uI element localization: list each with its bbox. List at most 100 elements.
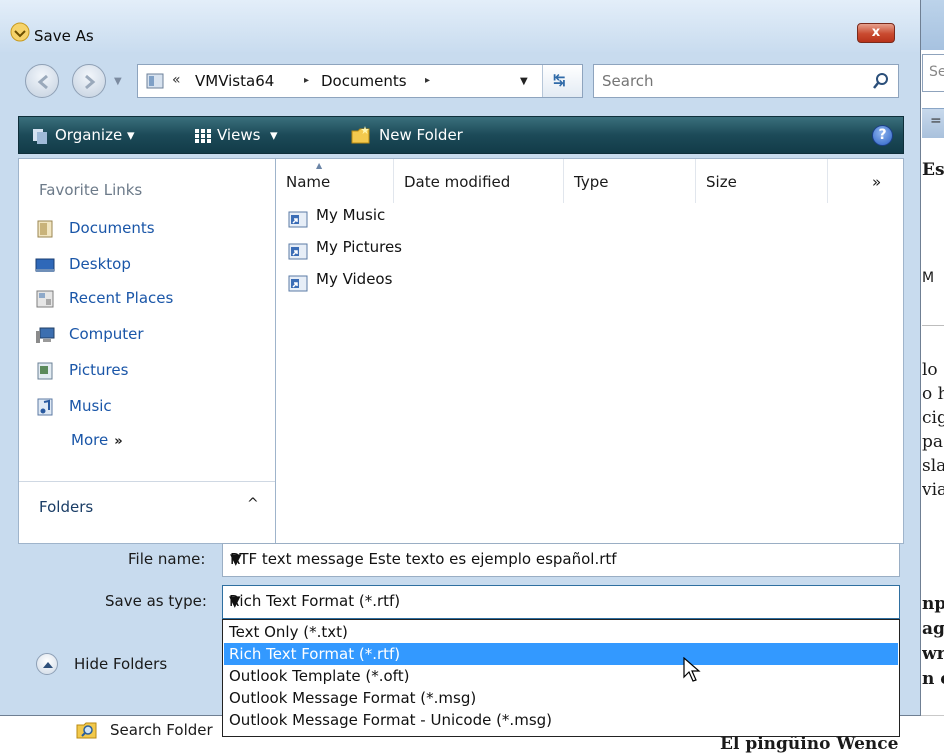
address-bar[interactable]: « VMVista64 ▸ Documents ▸ ▼ ↹ <box>137 64 583 98</box>
help-button[interactable]: ? <box>872 125 893 146</box>
computer-icon <box>36 327 55 343</box>
column-header-name[interactable]: Name ▲ <box>276 159 394 203</box>
background-body-line: cig <box>922 408 944 428</box>
chevron-down-icon[interactable]: ▼ <box>230 550 242 568</box>
chevron-up-icon <box>43 662 53 668</box>
folders-label: Folders <box>39 498 94 516</box>
background-body-line: sla <box>922 456 944 476</box>
list-item[interactable]: My Videos <box>286 267 486 297</box>
address-overflow-chevron[interactable]: « <box>172 72 181 88</box>
sidebar-item-label: Documents <box>69 219 155 237</box>
dialog-title: Save As <box>34 27 94 45</box>
dropdown-option-oft[interactable]: Outlook Template (*.oft) <box>224 665 898 687</box>
background-divider <box>922 325 944 326</box>
navigation-pane: Favorite Links Documents Desktop Recent … <box>18 158 276 544</box>
column-header-size[interactable]: Size <box>696 159 828 203</box>
background-toolbar[interactable]: = <box>922 108 944 138</box>
organize-label: Organize <box>55 126 123 144</box>
file-name: My Videos <box>316 270 393 288</box>
column-header-label: Size <box>706 173 737 191</box>
background-bold-line: n c <box>922 669 944 689</box>
column-header-label: Name <box>286 173 331 191</box>
back-button[interactable] <box>25 64 59 98</box>
folder-location-icon <box>146 73 164 89</box>
save-as-type-select[interactable]: Rich Text Format (*.rtf) ▼ <box>222 585 900 619</box>
hide-folders-label: Hide Folders <box>74 655 168 673</box>
save-as-type-dropdown-list: Text Only (*.txt) Rich Text Format (*.rt… <box>222 619 900 737</box>
refresh-button[interactable]: ↹ <box>542 65 582 97</box>
save-as-type-label: Save as type: <box>105 592 207 610</box>
background-bold-line: age <box>922 619 944 639</box>
breadcrumb-separator-icon[interactable]: ▸ <box>304 75 309 86</box>
forward-arrow-icon <box>85 74 96 90</box>
save-as-dialog: Save As x ▼ « VMVista64 ▸ Documents ▸ ▼ … <box>0 0 921 716</box>
dropdown-option-msg[interactable]: Outlook Message Format (*.msg) <box>224 687 898 709</box>
breadcrumb-separator-icon[interactable]: ▸ <box>425 75 430 86</box>
more-links[interactable]: More » <box>71 431 123 449</box>
sidebar-item-label: Desktop <box>69 255 131 273</box>
dropdown-option-rtf[interactable]: Rich Text Format (*.rtf) <box>224 643 898 665</box>
search-folder-label: Search Folder <box>110 721 213 739</box>
favorite-links-heading: Favorite Links <box>39 181 143 199</box>
list-item[interactable]: My Pictures <box>286 235 486 265</box>
dropdown-option-txt[interactable]: Text Only (*.txt) <box>224 621 898 643</box>
folders-bar[interactable]: Folders ^ <box>19 481 275 543</box>
pictures-icon <box>37 362 53 380</box>
breadcrumb-documents[interactable]: Documents <box>321 72 407 90</box>
column-header-label: Date modified <box>404 173 511 191</box>
search-box[interactable] <box>593 64 899 98</box>
shortcut-folder-icon <box>288 275 308 292</box>
recent-places-icon <box>36 290 54 308</box>
organize-button[interactable]: Organize ▾ <box>55 126 135 144</box>
refresh-icon: ↹ <box>553 71 566 89</box>
file-name: My Pictures <box>316 238 402 256</box>
sort-ascending-icon: ▲ <box>316 161 323 170</box>
column-header-type[interactable]: Type <box>564 159 696 203</box>
more-columns-button[interactable]: » <box>828 159 904 203</box>
more-label: More <box>71 431 109 449</box>
address-dropdown-icon[interactable]: ▼ <box>520 76 528 87</box>
file-name-value: RTF text message Este texto es ejemplo e… <box>230 550 617 568</box>
background-last-line: El pingüino Wence <box>720 734 899 754</box>
views-icon <box>195 129 211 143</box>
dropdown-option-msg-unicode[interactable]: Outlook Message Format - Unicode (*.msg) <box>224 709 898 731</box>
background-body-line: pa: <box>922 432 944 452</box>
title-bar[interactable]: Save As x <box>0 0 920 52</box>
organize-icon <box>33 129 47 144</box>
background-search-input[interactable]: Se <box>922 54 944 92</box>
chevron-down-icon[interactable]: ▼ <box>229 592 241 610</box>
new-folder-button[interactable]: New Folder <box>379 126 463 144</box>
music-icon <box>37 398 53 416</box>
file-list-pane: Name ▲ Date modified Type Size » My Musi… <box>276 158 904 544</box>
sidebar-item-label: Recent Places <box>69 289 174 307</box>
background-toolbar-glyph: = <box>930 113 942 129</box>
background-bold-line: wr <box>922 644 944 664</box>
search-input[interactable] <box>602 71 852 91</box>
recent-pages-dropdown-icon[interactable]: ▼ <box>114 76 122 87</box>
background-body-line: via <box>922 480 944 500</box>
desktop-icon <box>35 258 55 272</box>
help-icon: ? <box>878 127 887 143</box>
more-columns-chevron-icon: » <box>872 173 882 191</box>
views-button[interactable]: Views ▾ <box>217 126 278 144</box>
hide-folders-circle <box>36 653 58 675</box>
sidebar-item-label: Pictures <box>69 361 129 379</box>
file-name: My Music <box>316 206 386 224</box>
background-body-line: lo <box>922 360 938 380</box>
file-name-field[interactable]: RTF text message Este texto es ejemplo e… <box>222 543 900 577</box>
chevron-up-icon[interactable]: ^ <box>247 496 259 512</box>
documents-icon <box>37 220 53 238</box>
save-as-type-value: Rich Text Format (*.rtf) <box>229 592 401 610</box>
forward-button[interactable] <box>72 64 106 98</box>
mouse-cursor-icon <box>683 657 701 682</box>
command-bar: Organize ▾ Views ▾ New Folder ? <box>18 116 904 154</box>
search-icon <box>873 73 888 89</box>
breadcrumb-vmvista64[interactable]: VMVista64 <box>195 72 274 90</box>
list-item[interactable]: My Music <box>286 203 486 233</box>
file-name-label: File name: <box>128 550 206 568</box>
background-meta: M <box>922 270 935 286</box>
close-icon: x <box>871 25 881 40</box>
column-header-date-modified[interactable]: Date modified <box>394 159 564 203</box>
shortcut-folder-icon <box>288 211 308 228</box>
close-button[interactable]: x <box>857 23 895 43</box>
